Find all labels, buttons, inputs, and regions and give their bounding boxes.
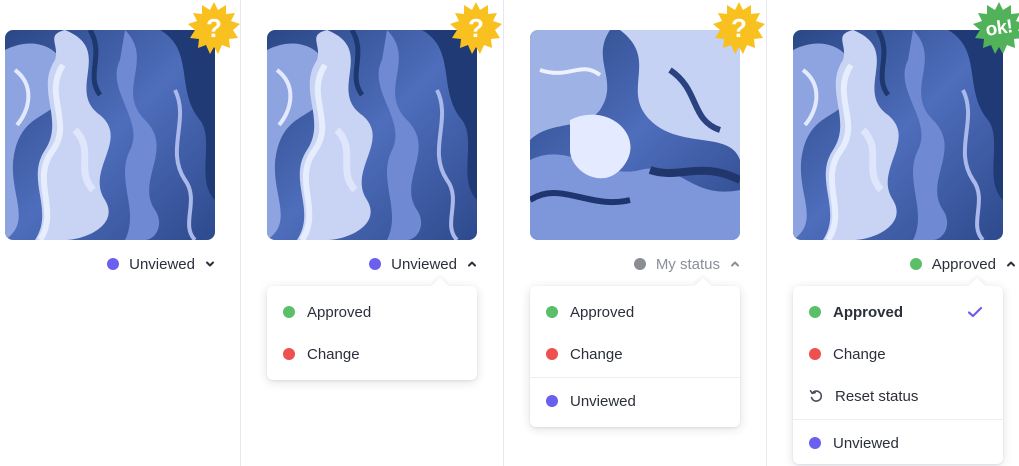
menu-item-label: Unviewed bbox=[833, 434, 899, 452]
reset-icon bbox=[809, 390, 823, 402]
column-divider bbox=[503, 0, 504, 466]
chevron-up-icon bbox=[468, 261, 476, 267]
approved-dot bbox=[283, 306, 295, 318]
status-dot bbox=[633, 258, 646, 270]
menu-item-label: Change bbox=[833, 345, 886, 363]
status-dropdown-toggle[interactable]: Unviewed bbox=[107, 253, 215, 275]
status-dropdown-toggle[interactable]: Approved bbox=[909, 253, 1016, 275]
menu-item-change[interactable]: Change bbox=[530, 333, 740, 375]
image-thumbnail[interactable] bbox=[5, 30, 215, 240]
menu-item-label: Change bbox=[570, 345, 623, 363]
menu-item-label: Approved bbox=[570, 303, 635, 321]
status-label: My status bbox=[655, 255, 720, 273]
menu-item-unviewed[interactable]: Unviewed bbox=[793, 422, 1003, 464]
status-dot bbox=[107, 258, 120, 270]
status-menu: Approved Change bbox=[267, 277, 477, 380]
menu-item-label: Approved bbox=[307, 303, 372, 321]
review-card: ? Unviewed Approved Change bbox=[262, 0, 502, 466]
chevron-down-icon bbox=[206, 261, 214, 267]
status-dropdown-toggle[interactable]: Unviewed bbox=[369, 253, 477, 275]
menu-item-unviewed[interactable]: Unviewed bbox=[530, 380, 740, 422]
status-label: Unviewed bbox=[129, 255, 195, 273]
unviewed-dot bbox=[809, 437, 821, 449]
status-dot bbox=[909, 258, 922, 270]
change-dot bbox=[809, 348, 821, 360]
menu-item-label: Reset status bbox=[835, 387, 919, 405]
menu-item-approved[interactable]: Approved bbox=[793, 291, 1003, 333]
status-dot bbox=[369, 258, 382, 270]
menu-item-approved[interactable]: Approved bbox=[530, 291, 740, 333]
chevron-up-icon bbox=[1007, 261, 1015, 267]
review-card: ? Unviewed bbox=[0, 0, 240, 466]
menu-separator bbox=[793, 419, 1003, 420]
menu-item-label: Approved bbox=[833, 303, 904, 321]
badge-text: ? bbox=[206, 13, 222, 43]
chevron-up-icon bbox=[731, 261, 739, 267]
menu-item-change[interactable]: Change bbox=[267, 333, 477, 375]
menu-item-approved[interactable]: Approved bbox=[267, 291, 477, 333]
status-dropdown-toggle[interactable]: My status bbox=[633, 253, 740, 275]
image-thumbnail[interactable] bbox=[267, 30, 477, 240]
badge-text: ? bbox=[468, 13, 484, 43]
review-status-badge: ? bbox=[188, 2, 240, 54]
status-label: Approved bbox=[931, 255, 996, 273]
column-divider bbox=[766, 0, 767, 466]
review-status-badge: ? bbox=[450, 2, 502, 54]
checkmark-icon bbox=[967, 306, 983, 318]
column-divider bbox=[240, 0, 241, 466]
status-menu: Approved Change Reset status Unviewed bbox=[793, 277, 1003, 464]
change-dot bbox=[546, 348, 558, 360]
menu-item-label: Unviewed bbox=[570, 392, 636, 410]
image-thumbnail[interactable] bbox=[793, 30, 1003, 240]
menu-separator bbox=[530, 377, 740, 378]
badge-text: ok! bbox=[984, 15, 1014, 41]
approved-dot bbox=[546, 306, 558, 318]
image-thumbnail[interactable] bbox=[530, 30, 740, 240]
menu-item-change[interactable]: Change bbox=[793, 333, 1003, 375]
status-label: Unviewed bbox=[391, 255, 457, 273]
unviewed-dot bbox=[546, 395, 558, 407]
change-dot bbox=[283, 348, 295, 360]
approved-dot bbox=[809, 306, 821, 318]
status-menu: Approved Change Unviewed bbox=[530, 277, 740, 427]
review-status-badge: ok! bbox=[973, 2, 1019, 54]
menu-item-reset-status[interactable]: Reset status bbox=[793, 375, 1003, 417]
review-status-badge: ? bbox=[713, 2, 765, 54]
review-card: ? My status Approved Change Unviewed bbox=[525, 0, 765, 466]
badge-text: ? bbox=[731, 13, 747, 43]
review-card: ok! Approved Approved Change Reset statu… bbox=[788, 0, 1019, 466]
menu-item-label: Change bbox=[307, 345, 360, 363]
